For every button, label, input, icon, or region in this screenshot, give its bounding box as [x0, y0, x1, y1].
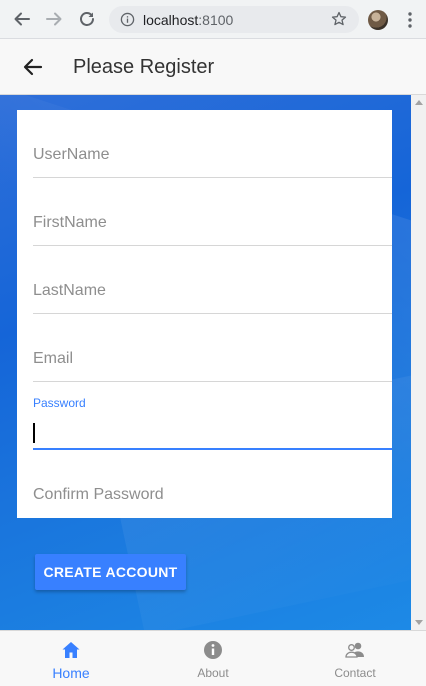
register-form: UserName FirstName LastName Email Passwo…: [17, 110, 392, 518]
people-icon: [345, 642, 364, 658]
tab-about[interactable]: About: [142, 631, 284, 686]
page-title: Please Register: [73, 56, 215, 78]
username-field[interactable]: UserName: [33, 140, 392, 178]
home-icon: [62, 642, 80, 658]
app-header: Please Register: [0, 39, 426, 95]
scroll-thumb[interactable]: [414, 111, 423, 611]
reload-icon: [80, 12, 94, 26]
scrollbar[interactable]: [411, 95, 426, 630]
url-text: localhost:8100: [143, 12, 234, 28]
text-cursor: [33, 423, 35, 443]
back-arrow-icon: [14, 12, 30, 26]
tab-contact[interactable]: Contact: [284, 631, 426, 686]
tab-bar: Home About Contact: [0, 630, 426, 686]
lastname-placeholder: LastName: [33, 282, 106, 299]
browser-toolbar: localhost:8100: [0, 0, 426, 39]
forward-arrow-icon: [46, 12, 62, 26]
browser-forward-button[interactable]: [44, 9, 64, 29]
info-icon[interactable]: [120, 12, 135, 27]
scroll-up-arrow-icon[interactable]: [415, 100, 423, 105]
browser-reload-button[interactable]: [77, 9, 97, 29]
scroll-down-arrow-icon[interactable]: [415, 620, 423, 625]
create-account-button[interactable]: CREATE ACCOUNT: [35, 554, 186, 590]
confirm-password-field[interactable]: Confirm Password: [33, 480, 392, 518]
back-button[interactable]: [20, 54, 46, 80]
firstname-field[interactable]: FirstName: [33, 208, 392, 246]
confirm-password-placeholder: Confirm Password: [33, 486, 164, 503]
firstname-placeholder: FirstName: [33, 214, 107, 231]
password-label: Password: [33, 396, 86, 410]
tab-home-label: Home: [52, 665, 90, 681]
tab-about-label: About: [197, 666, 229, 680]
profile-avatar[interactable]: [368, 10, 388, 30]
address-bar[interactable]: localhost:8100: [109, 6, 359, 33]
lastname-field[interactable]: LastName: [33, 276, 392, 314]
password-field[interactable]: Password: [33, 396, 392, 450]
username-placeholder: UserName: [33, 146, 110, 163]
bookmark-star-icon[interactable]: [331, 11, 347, 27]
browser-back-button[interactable]: [12, 9, 32, 29]
email-field[interactable]: Email: [33, 344, 392, 382]
tab-contact-label: Contact: [334, 666, 376, 680]
content-area: UserName FirstName LastName Email Passwo…: [0, 95, 426, 630]
arrow-back-icon: [23, 58, 43, 76]
email-placeholder: Email: [33, 350, 74, 367]
tab-home[interactable]: Home: [0, 631, 142, 686]
more-options-icon[interactable]: [406, 11, 414, 29]
info-icon: [204, 641, 222, 659]
